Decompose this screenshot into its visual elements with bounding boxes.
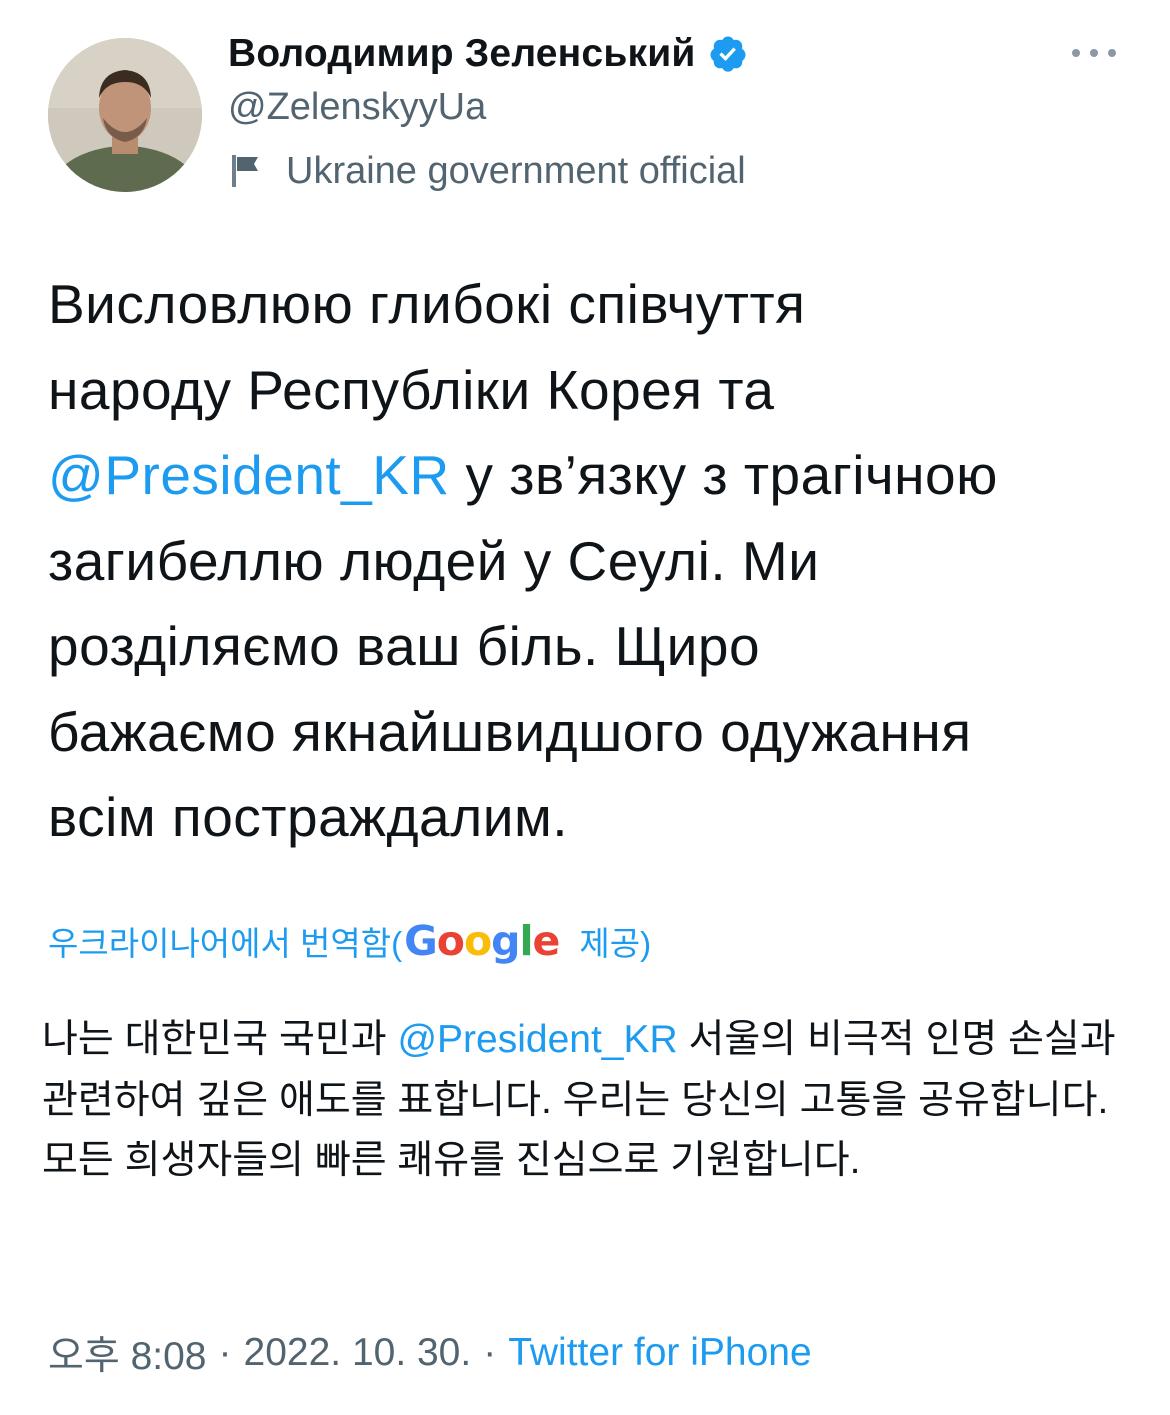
google-logo: Google [404,917,560,965]
mention-link[interactable]: @President_KR [397,1018,677,1061]
tweet-text-line: у зв’язку з трагічною [449,444,998,506]
more-horizontal-icon [1072,49,1080,57]
tweet-date[interactable]: 2022. 10. 30. [244,1331,472,1375]
avatar[interactable] [48,38,202,192]
tweet-text: Висловлюю глибокі співчуття народу Респу… [48,262,1128,861]
translation-attribution[interactable]: 우크라이나어에서 번역함( Google 제공) [48,910,651,972]
separator: · [483,1331,497,1374]
tweet-metadata: 오후 8:08 · 2022. 10. 30. · Twitter for iP… [48,1322,812,1384]
tweet-text-line: Висловлюю глибокі співчуття [48,273,806,335]
display-name[interactable]: Володимир Зеленський [228,32,696,76]
tweet: Володимир Зеленський @ZelenskyyUa Ukrain… [0,0,1170,1415]
mention-link[interactable]: @President_KR [48,444,450,506]
translated-from-label: 우크라이나어에서 번역함( [48,925,403,962]
government-label-text: Ukraine government official [286,149,746,192]
profile-photo [48,38,202,192]
tweet-time[interactable]: 오후 8:08 [48,1325,207,1381]
more-options-button[interactable] [1072,38,1116,68]
source-link[interactable]: Twitter for iPhone [508,1331,811,1375]
provided-by-label: 제공) [579,925,652,962]
author-name-row[interactable]: Володимир Зеленський [228,26,748,82]
tweet-text-line: народу Республіки Корея та [48,358,775,421]
author-handle[interactable]: @ZelenskyyUa [228,82,486,132]
separator: · [218,1331,232,1374]
tweet-text-line: бажаємо якнайшвидшого одужання [48,700,972,763]
translated-text: 나는 대한민국 국민과 @President_KR 서울의 비극적 인명 손실과… [42,1018,1116,1182]
tweet-text-line: розділяємо ваш біль. Щиро [48,615,761,677]
government-label[interactable]: Ukraine government official [228,145,746,197]
flag-icon [232,155,258,187]
verified-badge-icon [710,36,746,72]
tweet-text-line: загибеллю людей у Сеулі. Ми [48,529,820,592]
tweet-text-line: всім постраждалим. [48,786,569,848]
